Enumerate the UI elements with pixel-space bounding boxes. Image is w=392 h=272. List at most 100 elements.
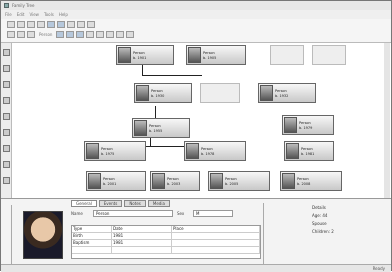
empty-card[interactable] bbox=[200, 83, 240, 103]
report-icon[interactable] bbox=[106, 31, 115, 38]
person-info: b. 1975 bbox=[101, 151, 115, 156]
person-photo bbox=[136, 85, 149, 101]
person-info: b. 1932 bbox=[275, 93, 289, 98]
print-icon[interactable] bbox=[37, 21, 45, 28]
person-info: b. 2003 bbox=[167, 181, 181, 186]
redo-icon[interactable] bbox=[57, 21, 65, 28]
person-card[interactable]: Person b. 1975 bbox=[84, 141, 146, 161]
tab-media[interactable]: Media bbox=[147, 200, 170, 207]
person-card[interactable]: Person b. 1905 bbox=[186, 45, 246, 65]
tool-4-icon[interactable] bbox=[3, 97, 10, 104]
menu-tools[interactable]: Tools bbox=[44, 12, 54, 17]
table-cell bbox=[72, 247, 112, 253]
add-person-icon[interactable] bbox=[56, 31, 65, 38]
person-name: Person bbox=[225, 176, 237, 181]
tool-7-icon[interactable] bbox=[3, 145, 10, 152]
column-header: Type bbox=[72, 226, 112, 232]
search-icon[interactable] bbox=[116, 31, 125, 38]
cut-icon[interactable] bbox=[67, 21, 75, 28]
copy-icon[interactable] bbox=[77, 21, 85, 28]
tool-5-icon[interactable] bbox=[3, 113, 10, 120]
tree-scrollbar[interactable] bbox=[384, 43, 390, 198]
person-name: Person bbox=[151, 88, 163, 93]
tool-9-icon[interactable] bbox=[3, 177, 10, 184]
person-card[interactable]: Person b. 1930 bbox=[134, 83, 192, 103]
tool-8-icon[interactable] bbox=[3, 161, 10, 168]
menu-view[interactable]: View bbox=[29, 12, 39, 17]
add-child-icon[interactable] bbox=[76, 31, 85, 38]
person-name: Person bbox=[133, 50, 145, 55]
menu-bar: File Edit View Tools Help bbox=[1, 10, 391, 19]
person-info: b. 1978 bbox=[201, 151, 215, 156]
person-card[interactable]: Person b. 1955 bbox=[132, 118, 190, 138]
app-icon bbox=[4, 3, 9, 8]
column-header: Place bbox=[172, 226, 260, 232]
app-window: Family Tree File Edit View Tools Help Pe… bbox=[0, 0, 392, 272]
layout-icon[interactable] bbox=[86, 31, 95, 38]
person-name: Person bbox=[301, 146, 313, 151]
details-panel: General Events Notes Media Name Person S… bbox=[1, 198, 391, 272]
settings-icon[interactable] bbox=[126, 31, 135, 38]
menu-help[interactable]: Help bbox=[59, 12, 68, 17]
chart-icon[interactable] bbox=[96, 31, 105, 38]
title-bar: Family Tree bbox=[1, 1, 391, 10]
connector bbox=[142, 65, 143, 75]
person-info: b. 2005 bbox=[225, 181, 239, 186]
pointer-icon[interactable] bbox=[7, 31, 15, 38]
undo-icon[interactable] bbox=[47, 21, 55, 28]
person-card[interactable]: Person b. 1932 bbox=[258, 83, 316, 103]
menu-file[interactable]: File bbox=[5, 12, 12, 17]
person-card[interactable]: Person b. 1981 bbox=[284, 141, 334, 161]
toolbar-row-2: Person bbox=[7, 31, 135, 38]
panel-divider bbox=[11, 205, 12, 271]
empty-card[interactable] bbox=[312, 45, 346, 65]
zoom-in-icon[interactable] bbox=[17, 31, 25, 38]
person-photo bbox=[186, 143, 199, 159]
tab-general[interactable]: General bbox=[71, 200, 97, 207]
tab-events[interactable]: Events bbox=[98, 200, 123, 207]
person-photo bbox=[282, 173, 295, 189]
person-photo bbox=[88, 173, 101, 189]
toolbar-row-1 bbox=[7, 21, 95, 28]
person-card[interactable]: Person b. 2008 bbox=[280, 171, 342, 191]
person-info: b. 1901 bbox=[133, 55, 147, 60]
person-name: Person bbox=[203, 50, 215, 55]
table-row[interactable]: Baptism 1981 bbox=[72, 240, 260, 247]
tool-1-icon[interactable] bbox=[3, 49, 10, 56]
person-info: b. 1905 bbox=[203, 55, 217, 60]
name-field[interactable]: Person bbox=[93, 210, 173, 217]
menu-edit[interactable]: Edit bbox=[17, 12, 25, 17]
paste-icon[interactable] bbox=[87, 21, 95, 28]
person-card[interactable]: Person b. 2001 bbox=[86, 171, 146, 191]
table-row[interactable] bbox=[72, 247, 260, 254]
person-card[interactable]: Person b. 2003 bbox=[150, 171, 200, 191]
tool-2-icon[interactable] bbox=[3, 65, 10, 72]
tab-notes[interactable]: Notes bbox=[124, 200, 146, 207]
open-icon[interactable] bbox=[17, 21, 25, 28]
person-photo bbox=[134, 120, 147, 136]
new-icon[interactable] bbox=[7, 21, 15, 28]
person-card[interactable]: Person b. 1979 bbox=[282, 115, 334, 135]
table-cell bbox=[172, 240, 260, 246]
left-tool-strip bbox=[1, 43, 12, 198]
person-name: Person bbox=[167, 176, 179, 181]
tool-3-icon[interactable] bbox=[3, 81, 10, 88]
sex-field[interactable]: M bbox=[193, 210, 233, 217]
person-info: b. 2008 bbox=[297, 181, 311, 186]
person-card[interactable]: Person b. 1901 bbox=[116, 45, 174, 65]
empty-card[interactable] bbox=[270, 45, 304, 65]
tree-canvas[interactable]: Person b. 1901 Person b. 1905 Person b. 193… bbox=[12, 43, 391, 198]
person-photo bbox=[284, 117, 297, 133]
selected-person-photo bbox=[23, 211, 63, 259]
person-card[interactable]: Person b. 1978 bbox=[184, 141, 246, 161]
person-name: Person bbox=[201, 146, 213, 151]
table-row[interactable]: Birth 1981 bbox=[72, 233, 260, 240]
table-header: Type Date Place bbox=[72, 226, 260, 233]
add-spouse-icon[interactable] bbox=[66, 31, 75, 38]
tool-6-icon[interactable] bbox=[3, 129, 10, 136]
save-icon[interactable] bbox=[27, 21, 35, 28]
person-name: Person bbox=[297, 176, 309, 181]
zoom-out-icon[interactable] bbox=[27, 31, 35, 38]
person-card[interactable]: Person b. 2005 bbox=[208, 171, 270, 191]
person-photo bbox=[286, 143, 299, 159]
